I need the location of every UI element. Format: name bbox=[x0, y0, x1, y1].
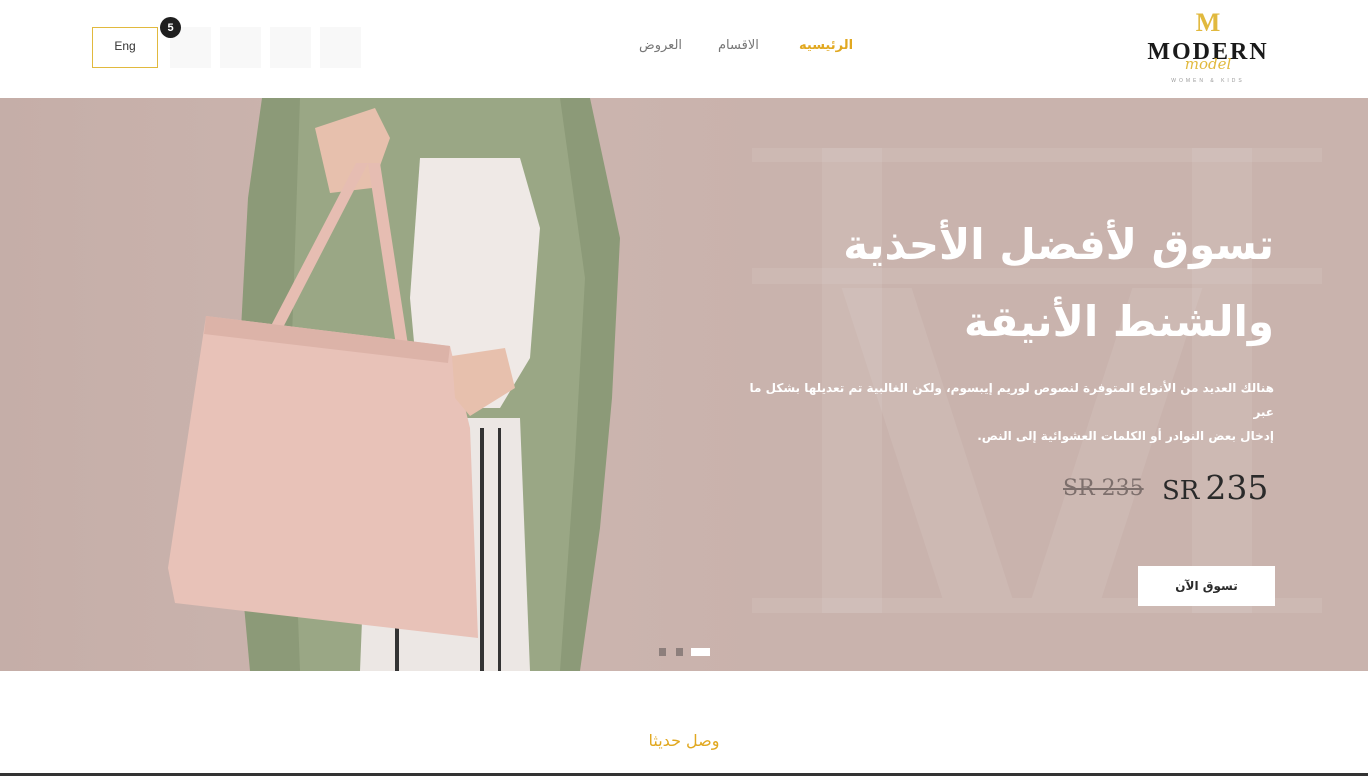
nav-item-categories[interactable]: الاقسام bbox=[718, 38, 759, 53]
price-currency: SR bbox=[1162, 476, 1200, 506]
slider-dot-2[interactable] bbox=[676, 648, 683, 656]
user-icon[interactable] bbox=[270, 27, 311, 68]
heart-icon[interactable] bbox=[220, 27, 261, 68]
search-icon[interactable] bbox=[320, 27, 361, 68]
hero-title-line-2: والشنط الأنيقة bbox=[963, 297, 1274, 346]
cart-count-badge: 5 bbox=[160, 17, 181, 38]
old-price: SR 235 bbox=[1063, 476, 1144, 501]
hero-title: تسوق لأفضل الأحذية والشنط الأنيقة bbox=[774, 206, 1274, 360]
price-amount: 235 bbox=[1205, 468, 1269, 507]
site-logo[interactable]: M MODERN model WOMEN & KIDS bbox=[1138, 10, 1278, 86]
shop-now-button[interactable]: تسوق الآن bbox=[1138, 566, 1275, 606]
slider-dot-3[interactable] bbox=[691, 648, 710, 656]
logo-script: model bbox=[1184, 55, 1232, 73]
hero-banner: تسوق لأفضل الأحذية والشنط الأنيقة هنالك … bbox=[0, 98, 1368, 671]
nav-item-home[interactable]: الرئيسيه bbox=[799, 38, 853, 53]
logo-mark: M bbox=[1195, 8, 1221, 37]
language-button[interactable]: Eng bbox=[92, 27, 158, 68]
model-with-tote-bag-image bbox=[168, 98, 620, 671]
nav-item-offers[interactable]: العروض bbox=[639, 38, 682, 53]
site-header: Eng 5 الرئيسيه الاقسام العروض M MODERN m… bbox=[0, 0, 1368, 98]
new-arrivals-heading: وصل حديثا bbox=[648, 731, 720, 750]
logo-tagline: WOMEN & KIDS bbox=[1171, 78, 1245, 84]
slider-dot-1[interactable] bbox=[659, 648, 666, 656]
hero-description-line-2: إدخال بعض النوادر أو الكلمات العشوائية إ… bbox=[977, 429, 1274, 443]
hero-title-line-1: تسوق لأفضل الأحذية bbox=[843, 220, 1274, 269]
current-price: SR 235 bbox=[1162, 468, 1268, 507]
hero-description-line-1: هنالك العديد من الأنواع المتوفرة لنصوص ل… bbox=[749, 381, 1274, 419]
hero-description: هنالك العديد من الأنواع المتوفرة لنصوص ل… bbox=[734, 376, 1274, 448]
